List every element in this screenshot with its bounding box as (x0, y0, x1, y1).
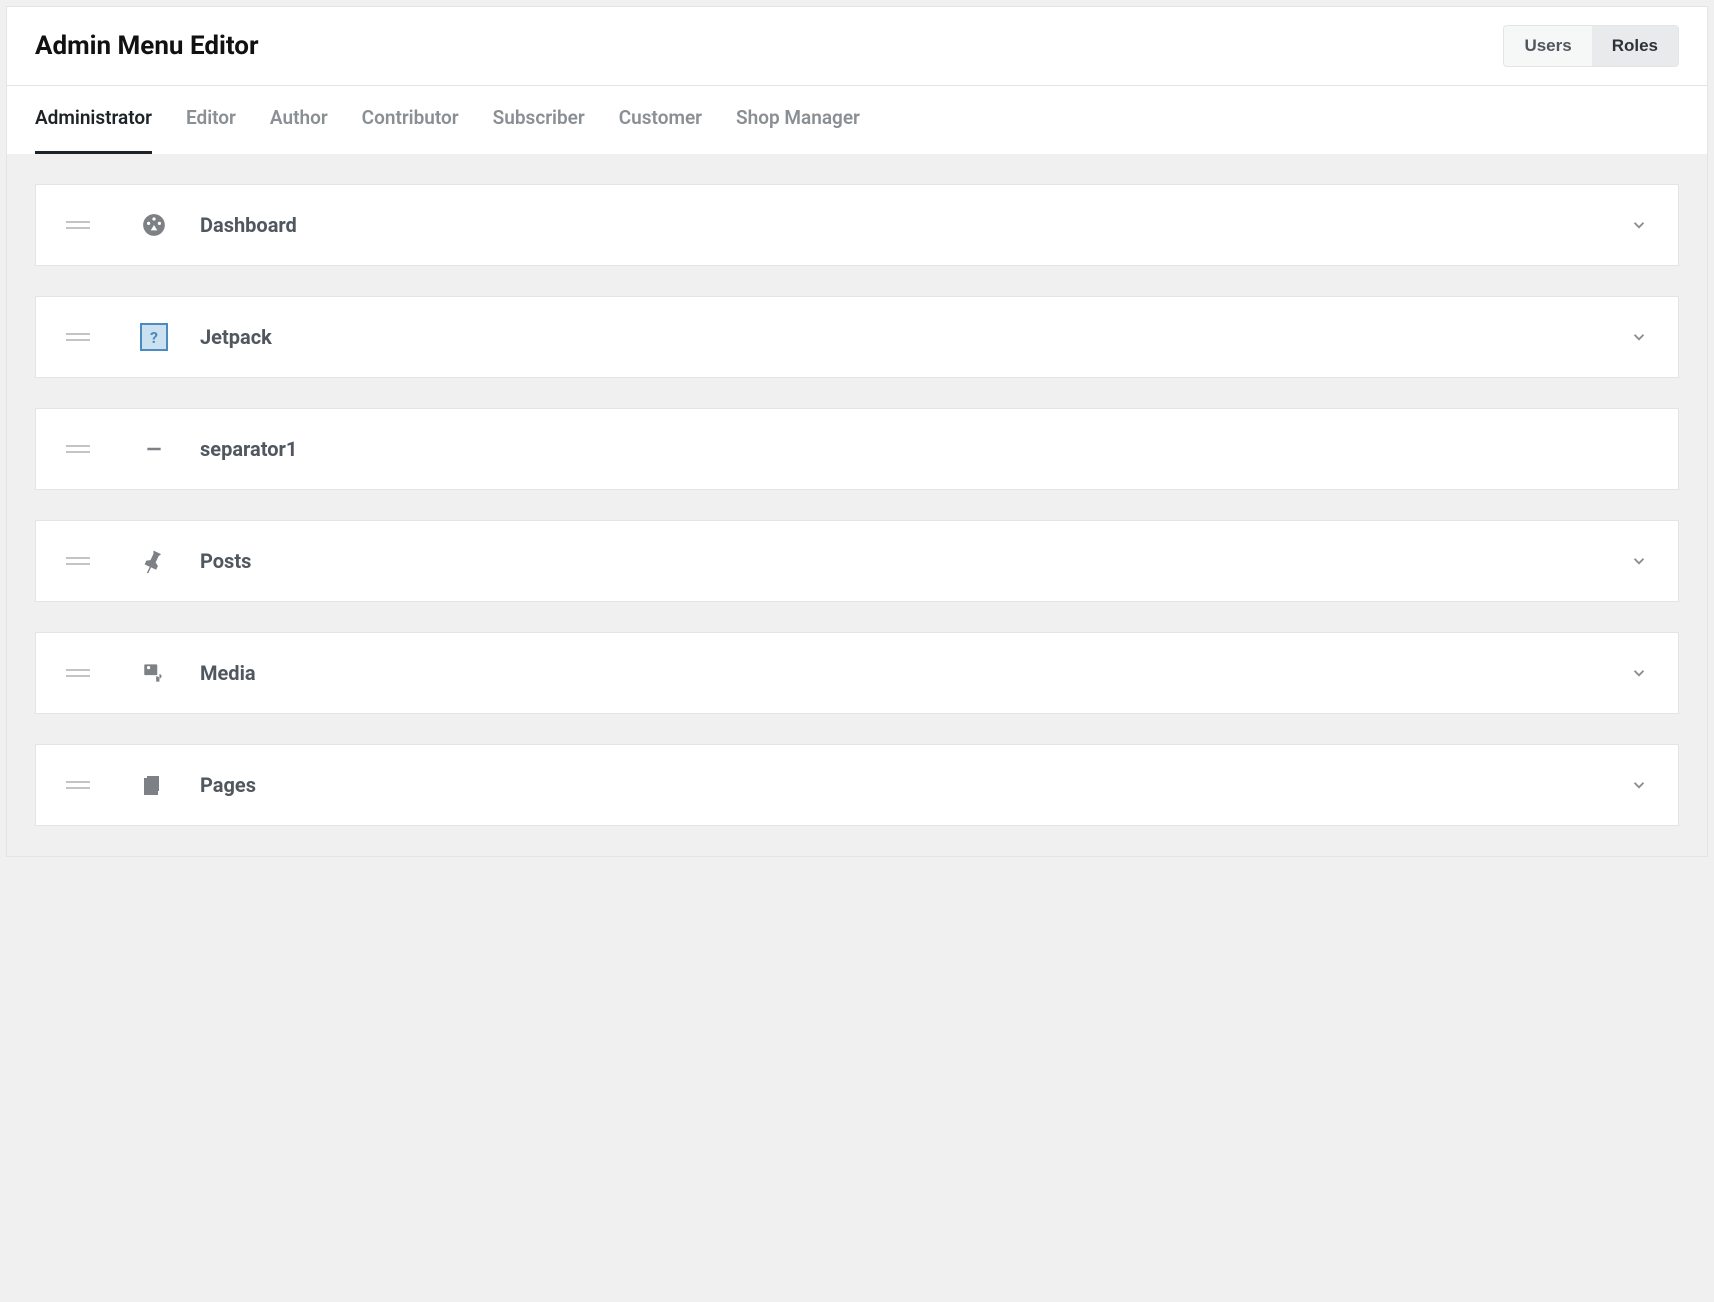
chevron-down-icon[interactable] (1630, 552, 1648, 570)
pages-icon (140, 771, 168, 799)
panel-header: Admin Menu Editor Users Roles (7, 7, 1707, 86)
placeholder-icon: ? (140, 323, 168, 351)
drag-handle-icon[interactable] (66, 669, 90, 677)
menu-item-label: Dashboard (200, 213, 1630, 237)
role-tabs: Administrator Editor Author Contributor … (7, 86, 1707, 154)
drag-handle-icon[interactable] (66, 221, 90, 229)
dashboard-icon (140, 211, 168, 239)
roles-toggle[interactable]: Roles (1592, 26, 1678, 66)
menu-row-separator1[interactable]: separator1 (35, 408, 1679, 490)
page-title: Admin Menu Editor (35, 31, 259, 61)
tab-administrator[interactable]: Administrator (35, 86, 152, 154)
media-icon (140, 659, 168, 687)
tab-author[interactable]: Author (270, 86, 328, 154)
menu-item-label: Pages (200, 773, 1630, 797)
drag-handle-icon[interactable] (66, 557, 90, 565)
menu-row-jetpack[interactable]: ? Jetpack (35, 296, 1679, 378)
drag-handle-icon[interactable] (66, 333, 90, 341)
chevron-down-icon[interactable] (1630, 664, 1648, 682)
menu-item-label: Posts (200, 549, 1630, 573)
menu-item-label: Media (200, 661, 1630, 685)
tab-subscriber[interactable]: Subscriber (493, 86, 585, 154)
menu-row-media[interactable]: Media (35, 632, 1679, 714)
menu-row-pages[interactable]: Pages (35, 744, 1679, 826)
menu-items-list: Dashboard ? Jetpack separator1 (7, 154, 1707, 856)
view-toggle: Users Roles (1503, 25, 1679, 67)
tab-shop-manager[interactable]: Shop Manager (736, 86, 860, 154)
admin-menu-editor-panel: Admin Menu Editor Users Roles Administra… (6, 6, 1708, 857)
tab-contributor[interactable]: Contributor (362, 86, 459, 154)
menu-item-label: Jetpack (200, 325, 1630, 349)
pin-icon (140, 547, 168, 575)
menu-row-dashboard[interactable]: Dashboard (35, 184, 1679, 266)
menu-item-label: separator1 (200, 437, 1648, 461)
chevron-down-icon[interactable] (1630, 776, 1648, 794)
drag-handle-icon[interactable] (66, 445, 90, 453)
users-toggle[interactable]: Users (1504, 26, 1591, 66)
separator-icon (140, 435, 168, 463)
tab-editor[interactable]: Editor (186, 86, 236, 154)
menu-row-posts[interactable]: Posts (35, 520, 1679, 602)
chevron-down-icon[interactable] (1630, 328, 1648, 346)
drag-handle-icon[interactable] (66, 781, 90, 789)
chevron-down-icon[interactable] (1630, 216, 1648, 234)
tab-customer[interactable]: Customer (619, 86, 702, 154)
